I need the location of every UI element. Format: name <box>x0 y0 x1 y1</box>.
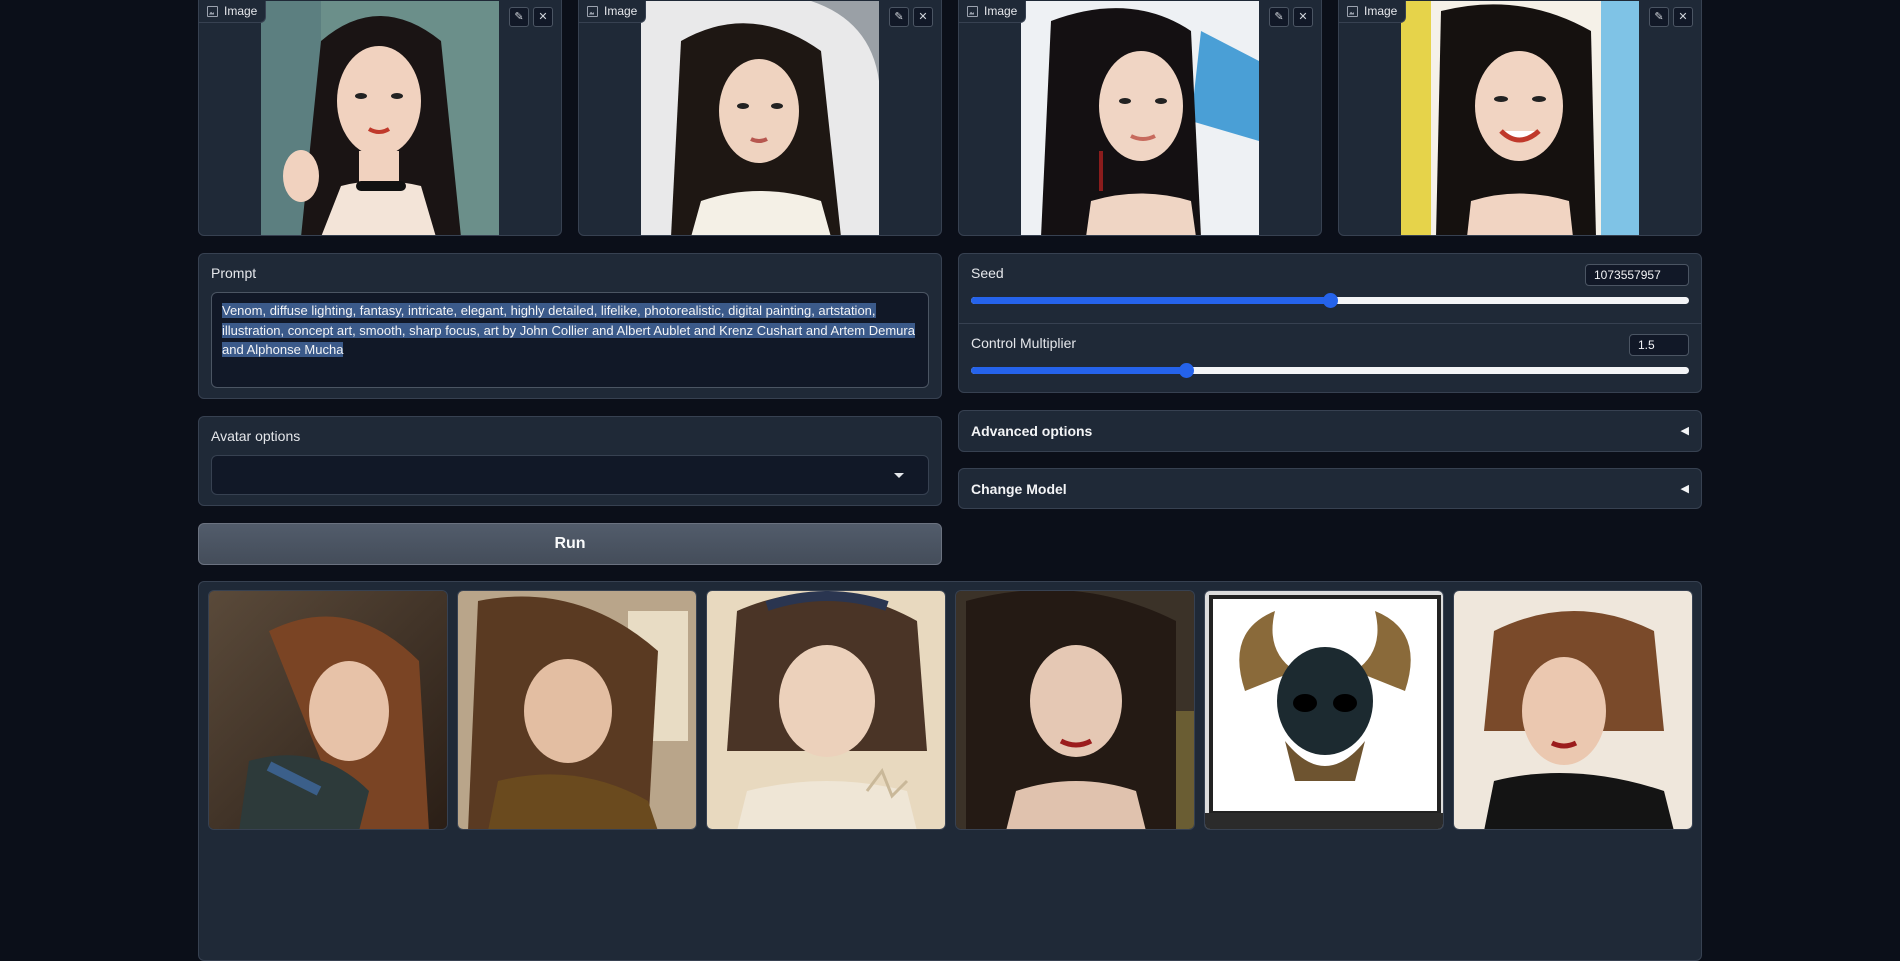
close-icon[interactable]: ✕ <box>913 7 933 27</box>
close-icon[interactable]: ✕ <box>1293 7 1313 27</box>
change-model-accordion[interactable]: Change Model ◀ <box>958 468 1702 509</box>
uploaded-photo <box>641 1 879 235</box>
image-input-2[interactable]: Image ✎ ✕ <box>578 0 942 236</box>
avatar-options-dropdown[interactable] <box>211 455 929 495</box>
generated-image <box>1454 591 1692 829</box>
control-multiplier-label: Control Multiplier <box>971 335 1077 351</box>
control-multiplier-slider-fill <box>971 367 1187 374</box>
advanced-options-label: Advanced options <box>971 423 1093 439</box>
collapse-caret-icon: ◀ <box>1680 425 1689 437</box>
image-label: Image <box>959 1 1027 23</box>
control-multiplier-slider[interactable] <box>971 363 1689 378</box>
uploaded-photo <box>1021 1 1259 235</box>
advanced-options-accordion[interactable]: Advanced options ◀ <box>958 410 1702 452</box>
pencil-icon[interactable]: ✎ <box>889 7 909 27</box>
divider <box>959 323 1701 324</box>
pencil-icon[interactable]: ✎ <box>1269 7 1289 27</box>
generated-image <box>707 591 945 829</box>
sliders-panel: Seed 1073557957 Control Multiplier 1.5 <box>958 253 1702 393</box>
image-icon <box>967 5 978 17</box>
seed-slider[interactable] <box>971 293 1689 308</box>
image-input-1[interactable]: Image ✎ ✕ <box>198 0 562 236</box>
gallery-image-1[interactable] <box>208 590 448 830</box>
generated-image <box>956 591 1194 829</box>
chevron-down-icon <box>894 473 904 478</box>
generated-image <box>458 591 696 829</box>
seed-label: Seed <box>971 265 1004 281</box>
collapse-caret-icon: ◀ <box>1680 483 1689 495</box>
prompt-label: Prompt <box>211 265 257 281</box>
image-icon <box>207 5 218 17</box>
gallery-image-5[interactable] <box>1204 590 1444 830</box>
prompt-panel: Prompt Venom, diffuse lighting, fantasy,… <box>198 253 942 399</box>
gallery-image-3[interactable] <box>706 590 946 830</box>
generated-image <box>209 591 447 829</box>
avatar-options-panel: Avatar options <box>198 416 942 506</box>
run-button[interactable]: Run <box>198 523 942 565</box>
image-input-3[interactable]: Image ✎ ✕ <box>958 0 1322 236</box>
image-label: Image <box>579 1 647 23</box>
gallery-image-6[interactable] <box>1453 590 1693 830</box>
seed-slider-fill <box>971 297 1330 304</box>
generated-image <box>1205 591 1443 829</box>
seed-number-input[interactable]: 1073557957 <box>1585 264 1689 286</box>
control-multiplier-slider-thumb[interactable] <box>1179 363 1195 378</box>
avatar-options-label: Avatar options <box>211 428 301 444</box>
uploaded-photo <box>1401 1 1639 235</box>
image-label: Image <box>199 1 267 23</box>
image-icon <box>1347 5 1358 17</box>
close-icon[interactable]: ✕ <box>1673 7 1693 27</box>
control-multiplier-number-input[interactable]: 1.5 <box>1629 334 1689 356</box>
image-label: Image <box>1339 1 1407 23</box>
image-input-4[interactable]: Image ✎ ✕ <box>1338 0 1702 236</box>
pencil-icon[interactable]: ✎ <box>509 7 529 27</box>
change-model-label: Change Model <box>971 481 1067 497</box>
seed-slider-thumb[interactable] <box>1323 293 1338 308</box>
gallery-image-2[interactable] <box>457 590 697 830</box>
prompt-text: Venom, diffuse lighting, fantasy, intric… <box>222 303 915 357</box>
gallery-image-4[interactable] <box>955 590 1195 830</box>
close-icon[interactable]: ✕ <box>533 7 553 27</box>
prompt-input[interactable]: Venom, diffuse lighting, fantasy, intric… <box>211 292 929 388</box>
uploaded-photo <box>261 1 499 235</box>
pencil-icon[interactable]: ✎ <box>1649 7 1669 27</box>
image-icon <box>587 5 598 17</box>
